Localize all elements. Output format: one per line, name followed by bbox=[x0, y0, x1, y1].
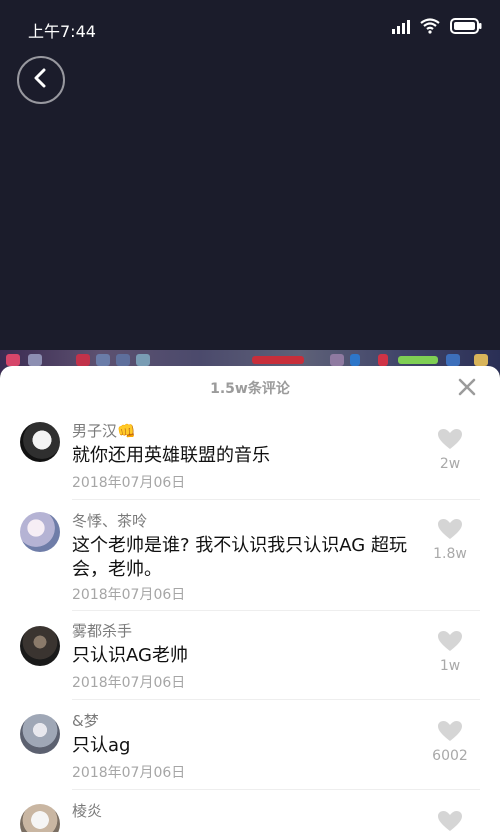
hud-icon bbox=[96, 354, 110, 366]
heart-icon bbox=[437, 429, 463, 454]
like-button[interactable]: 1w bbox=[420, 630, 480, 674]
hud-icon bbox=[330, 354, 344, 366]
close-icon bbox=[456, 378, 478, 402]
comment-username[interactable]: &梦 bbox=[72, 710, 99, 731]
like-button[interactable]: 1.8w bbox=[420, 518, 480, 562]
hud-icon bbox=[28, 354, 42, 366]
heart-icon bbox=[437, 631, 463, 656]
comment-date: 2018年07月06日 bbox=[72, 675, 186, 691]
comment-date: 2018年07月06日 bbox=[72, 765, 186, 781]
comment-date: 2018年07月06日 bbox=[72, 587, 186, 603]
comment-item: &梦 只认ag 2018年07月06日 6002 bbox=[0, 706, 500, 794]
like-button[interactable] bbox=[420, 810, 480, 832]
like-count: 6002 bbox=[432, 748, 468, 764]
battery-icon bbox=[450, 18, 482, 38]
hud-icon bbox=[76, 354, 90, 366]
avatar[interactable] bbox=[20, 422, 60, 462]
hud-icon bbox=[136, 354, 150, 366]
comment-item: 冬悸、茶呤 这个老帅是谁? 我不认识我只认识AG 超玩会，老帅。 2018年07… bbox=[0, 506, 500, 614]
comments-sheet: 1.5w条评论 男子汉👊 就你还用英雄联盟的音乐 2018年07月06日 2w … bbox=[0, 366, 500, 832]
status-time: 上午7:44 bbox=[28, 22, 96, 41]
system-icons bbox=[392, 18, 482, 38]
like-button[interactable]: 6002 bbox=[420, 720, 480, 764]
like-count: 2w bbox=[439, 456, 461, 472]
hud-icon bbox=[446, 354, 460, 366]
heart-icon bbox=[437, 519, 463, 544]
heart-icon bbox=[437, 721, 463, 746]
comment-count: 1.5w条评论 bbox=[210, 381, 290, 397]
comment-username[interactable]: 雾都杀手 bbox=[72, 620, 132, 641]
comment-item: 雾都杀手 只认识AG老帅 2018年07月06日 1w bbox=[0, 616, 500, 704]
wifi-icon bbox=[420, 18, 440, 38]
divider bbox=[72, 789, 480, 790]
divider bbox=[72, 610, 480, 611]
comment-text: 这个老帅是谁? 我不认识我只认识AG 超玩会，老帅。 bbox=[72, 535, 407, 580]
like-count: 1w bbox=[439, 658, 461, 674]
avatar[interactable] bbox=[20, 626, 60, 666]
back-button[interactable] bbox=[17, 56, 65, 104]
status-bar: 上午7:44 bbox=[0, 0, 500, 56]
divider bbox=[72, 499, 480, 500]
comment-text: 就你还用英雄联盟的音乐 bbox=[72, 445, 270, 466]
hud-icon bbox=[378, 354, 388, 366]
avatar[interactable] bbox=[20, 512, 60, 552]
signal-icon bbox=[392, 19, 410, 38]
comment-item: 男子汉👊 就你还用英雄联盟的音乐 2018年07月06日 2w bbox=[0, 416, 500, 504]
hud-bar bbox=[398, 356, 438, 364]
sheet-header: 1.5w条评论 bbox=[0, 366, 500, 410]
comment-item: 棱炎 bbox=[0, 796, 500, 832]
comment-username[interactable]: 棱炎 bbox=[72, 800, 102, 821]
close-button[interactable] bbox=[456, 376, 478, 398]
back-icon bbox=[32, 68, 50, 92]
comment-username[interactable]: 男子汉👊 bbox=[72, 420, 136, 441]
hud-icon bbox=[350, 354, 360, 366]
divider bbox=[72, 699, 480, 700]
comment-text: 只认识AG老帅 bbox=[72, 645, 188, 666]
avatar[interactable] bbox=[20, 714, 60, 754]
hud-icon bbox=[116, 354, 130, 366]
hud-bar bbox=[252, 356, 304, 364]
like-button[interactable]: 2w bbox=[420, 428, 480, 472]
like-count: 1.8w bbox=[433, 546, 467, 562]
avatar[interactable] bbox=[20, 804, 60, 832]
hud-icon bbox=[6, 354, 20, 366]
comment-date: 2018年07月06日 bbox=[72, 475, 186, 491]
hud-icon bbox=[474, 354, 488, 366]
heart-icon bbox=[437, 811, 463, 832]
comment-text: 只认ag bbox=[72, 735, 131, 756]
comment-username[interactable]: 冬悸、茶呤 bbox=[72, 510, 147, 531]
